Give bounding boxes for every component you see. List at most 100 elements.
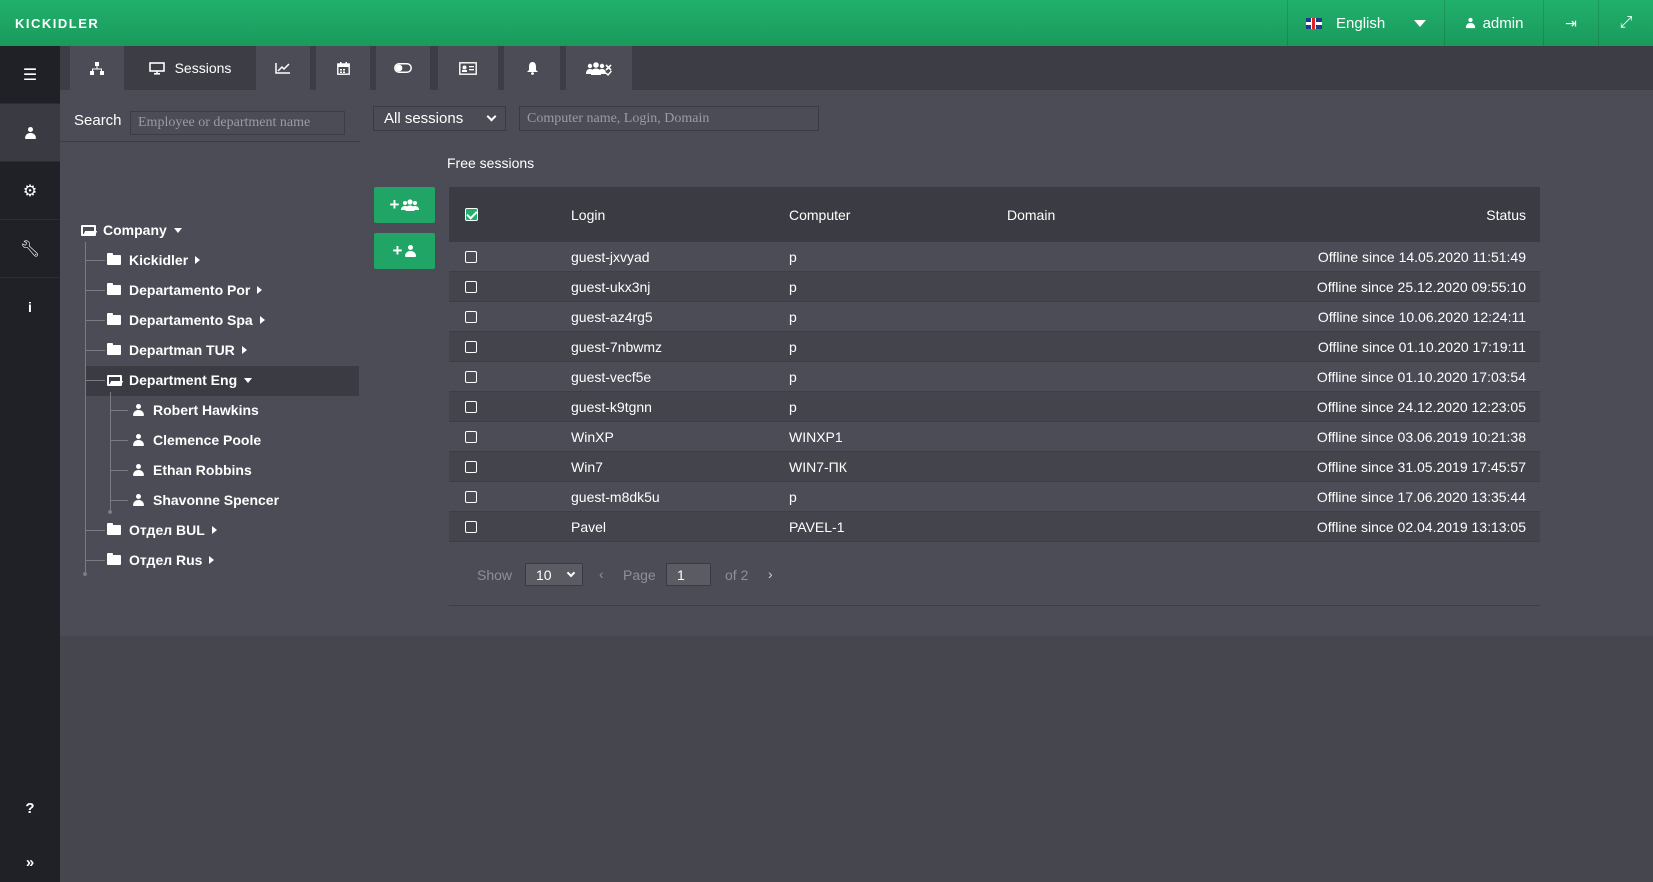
caret-right-icon (259, 316, 265, 324)
language-label: English (1336, 14, 1386, 32)
tree-dept-rus[interactable]: Отдел Rus (104, 548, 215, 572)
tab-calendar[interactable] (316, 46, 370, 90)
page-number-input[interactable] (666, 563, 711, 586)
row-checkbox[interactable] (465, 242, 477, 272)
table-row[interactable]: guest-7nbwmz p Offline since 01.10.2020 17… (449, 332, 1540, 362)
user-icon (132, 434, 144, 446)
column-login[interactable]: Login (571, 187, 605, 242)
column-domain[interactable]: Domain (1007, 187, 1055, 242)
employee-search-input[interactable] (130, 111, 345, 135)
next-page-button[interactable]: › (768, 566, 773, 582)
table-row[interactable]: guest-ukx3nj p Offline since 25.12.2020 09… (449, 272, 1540, 302)
nav-settings[interactable]: ⚙ (0, 162, 60, 220)
chart-icon (275, 63, 290, 74)
tab-analytics[interactable] (256, 46, 310, 90)
tab-notifications[interactable] (504, 46, 560, 90)
lower-area (60, 636, 1653, 882)
tree-node-label: Robert Hawkins (153, 402, 259, 418)
tab-structure[interactable] (70, 46, 124, 90)
folder-open-icon (106, 374, 122, 386)
list-icon: ☰ (22, 66, 38, 84)
row-checkbox[interactable] (465, 332, 477, 362)
tab-users-remove[interactable] (566, 46, 632, 90)
column-computer[interactable]: Computer (789, 187, 850, 242)
chevron-down-icon (486, 111, 497, 122)
row-checkbox[interactable] (465, 482, 477, 512)
row-checkbox[interactable] (465, 392, 477, 422)
folder-open-icon (80, 224, 96, 236)
tree-dept-eng[interactable]: Department Eng (104, 368, 253, 392)
tab-bar: Sessions (60, 46, 1653, 90)
nav-list[interactable]: ☰ (0, 46, 60, 104)
tree-employee[interactable]: Shavonne Spencer (128, 488, 279, 512)
row-checkbox[interactable] (465, 452, 477, 482)
row-checkbox[interactable] (465, 422, 477, 452)
table-row[interactable]: guest-vecf5e p Offline since 01.10.2020 17… (449, 362, 1540, 392)
table-row[interactable]: Win7 WIN7-ПК Offline since 31.05.2019 17:4… (449, 452, 1540, 482)
table-row[interactable]: guest-k9tgnn p Offline since 24.12.2020 12… (449, 392, 1540, 422)
tab-id-card[interactable] (438, 46, 498, 90)
tree-employee[interactable]: Ethan Robbins (128, 458, 252, 482)
select-all-checkbox[interactable] (465, 187, 478, 242)
session-search-input[interactable] (519, 106, 819, 131)
column-status[interactable]: Status (1486, 187, 1526, 242)
tree-employee[interactable]: Clemence Poole (128, 428, 261, 452)
add-group-button[interactable]: + (374, 187, 435, 223)
user-icon (405, 245, 417, 257)
row-checkbox[interactable] (465, 512, 477, 542)
users-icon (401, 199, 420, 211)
table-row[interactable]: guest-jxvyad p Offline since 14.05.2020 11… (449, 242, 1540, 272)
tree-root-company[interactable]: Company (78, 218, 182, 242)
tab-sessions-label: Sessions (174, 60, 232, 76)
table-row[interactable]: guest-az4rg5 p Offline since 10.06.2020 12… (449, 302, 1540, 332)
table-row[interactable]: guest-m8dk5u p Offline since 17.06.2020 13… (449, 482, 1540, 512)
tree-dept-tur[interactable]: Departman TUR (104, 338, 247, 362)
tree-branch (110, 410, 128, 411)
search-label: Search (74, 112, 122, 129)
tree-employee[interactable]: Robert Hawkins (128, 398, 259, 422)
session-type-select[interactable]: All sessions (373, 106, 506, 131)
tree-dept-spa[interactable]: Departamento Spa (104, 308, 265, 332)
nav-employees[interactable] (0, 104, 60, 162)
expand-icon: » (25, 853, 35, 871)
tree-dept-kickidler[interactable]: Kickidler (104, 248, 201, 272)
add-user-button[interactable]: + (374, 233, 435, 269)
plus-icon: + (389, 195, 400, 214)
table-row[interactable]: Pavel PAVEL-1 Offline since 02.04.2019 13:… (449, 512, 1540, 542)
tree-line (85, 242, 86, 574)
prev-page-button[interactable]: ‹ (599, 566, 604, 582)
logout-button[interactable]: ⇥ (1543, 0, 1598, 46)
tree-dept-por[interactable]: Departamento Por (104, 278, 263, 302)
expand-nav-button[interactable]: » (0, 842, 60, 882)
tree-branch (85, 560, 105, 561)
page-size-select[interactable]: 10 (525, 563, 583, 586)
checkbox-icon (465, 401, 477, 413)
fullscreen-icon: ⤢ (1619, 14, 1633, 31)
sessions-table: Login Computer Domain Status guest-jxvya… (449, 187, 1540, 542)
chevron-down-icon (1414, 19, 1426, 27)
chevron-down-icon (566, 568, 576, 577)
fullscreen-button[interactable]: ⤢ (1598, 0, 1653, 46)
tab-sessions[interactable]: Sessions (126, 46, 254, 90)
table-row[interactable]: WinXP WINXP1 Offline since 03.06.2019 10:2… (449, 422, 1540, 452)
row-checkbox[interactable] (465, 272, 477, 302)
sitemap-icon (90, 61, 104, 75)
row-checkbox[interactable] (465, 302, 477, 332)
user-icon (132, 464, 144, 476)
tree-node-label: Department Eng (129, 372, 238, 388)
user-icon (132, 494, 144, 506)
nav-tools[interactable]: 🔧︎ (0, 220, 60, 278)
tree-dept-bul[interactable]: Отдел BUL (104, 518, 217, 542)
help-button[interactable]: ? (0, 788, 60, 828)
cell-login: guest-vecf5e (571, 369, 652, 385)
info-icon: i (28, 299, 32, 315)
user-menu[interactable]: admin (1444, 0, 1543, 46)
row-checkbox[interactable] (465, 362, 477, 392)
tree-branch (85, 530, 105, 531)
nav-info[interactable]: i (0, 278, 60, 336)
cell-computer: PAVEL-1 (789, 519, 845, 535)
tab-toggle[interactable] (376, 46, 430, 90)
cell-login: Win7 (571, 459, 603, 475)
tree-branch (110, 500, 128, 501)
language-selector[interactable]: English (1287, 0, 1444, 46)
